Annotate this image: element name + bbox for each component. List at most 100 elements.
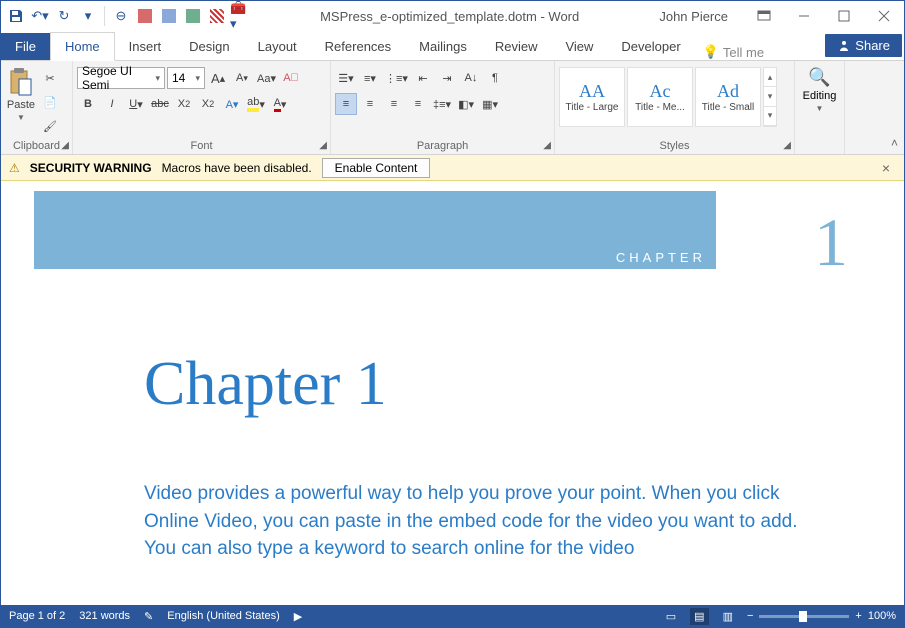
status-language[interactable]: English (United States) <box>167 610 280 622</box>
grow-font-icon[interactable]: A▴ <box>207 67 229 89</box>
qat-dropdown-icon[interactable]: ▾ <box>77 5 99 27</box>
minimize-icon[interactable] <box>784 2 824 30</box>
close-icon[interactable] <box>864 2 904 30</box>
dismiss-warning-icon[interactable]: × <box>876 160 896 176</box>
find-icon: 🔍 <box>808 67 830 88</box>
font-dialog-launcher[interactable]: ◢ <box>319 140 327 151</box>
highlight-icon[interactable]: ab▾ <box>245 93 267 115</box>
document-area[interactable]: CHAPTER 1 Chapter 1 Video provides a pow… <box>1 181 904 605</box>
align-center-icon[interactable]: ≡ <box>359 93 381 115</box>
qat-separator <box>104 6 105 26</box>
swatch-3[interactable] <box>182 5 204 27</box>
paragraph-dialog-launcher[interactable]: ◢ <box>543 140 551 151</box>
format-painter-icon[interactable]: 🖌 <box>39 115 61 137</box>
tab-view[interactable]: View <box>551 33 607 60</box>
tell-me-search[interactable]: 💡 Tell me <box>695 44 772 60</box>
editing-label: Editing <box>803 90 837 102</box>
zoom-in-icon[interactable]: + <box>855 610 861 622</box>
tab-insert[interactable]: Insert <box>115 33 176 60</box>
styles-dialog-launcher[interactable]: ◢ <box>783 140 791 151</box>
tab-developer[interactable]: Developer <box>607 33 694 60</box>
body-text: Video provides a powerful way to help yo… <box>34 450 872 563</box>
style-title-medium[interactable]: Ac Title - Me... <box>627 67 693 127</box>
borders-icon[interactable]: ▦▾ <box>479 93 501 115</box>
increase-indent-icon[interactable]: ⇥ <box>436 67 458 89</box>
paste-button[interactable]: Paste ▼ <box>5 67 37 122</box>
style-title-large[interactable]: AA Title - Large <box>559 67 625 127</box>
change-case-icon[interactable]: Aa▾ <box>255 67 278 89</box>
italic-button[interactable]: I <box>101 93 123 115</box>
web-layout-icon[interactable]: ▥ <box>723 610 733 623</box>
paste-label: Paste <box>7 99 35 111</box>
macro-icon[interactable]: ▶ <box>294 610 302 623</box>
sort-icon[interactable]: A↓ <box>460 67 482 89</box>
style-title-small[interactable]: Ad Title - Small <box>695 67 761 127</box>
save-icon[interactable] <box>5 5 27 27</box>
bold-button[interactable]: B <box>77 93 99 115</box>
shading-icon[interactable]: ◧▾ <box>455 93 477 115</box>
redo-icon[interactable]: ↻ <box>53 5 75 27</box>
read-mode-icon[interactable]: ▭ <box>666 610 676 623</box>
print-layout-icon[interactable]: ▤ <box>690 608 708 625</box>
justify-icon[interactable]: ≡ <box>407 93 429 115</box>
tab-file[interactable]: File <box>1 33 50 60</box>
chapter-title: Chapter 1 <box>34 279 872 450</box>
clear-format-icon[interactable]: A⃠ <box>280 67 302 89</box>
subscript-button[interactable]: X2 <box>173 93 195 115</box>
superscript-button[interactable]: X2 <box>197 93 219 115</box>
maximize-icon[interactable] <box>824 2 864 30</box>
tab-mailings[interactable]: Mailings <box>405 33 481 60</box>
bullets-icon[interactable]: ☰▾ <box>335 67 357 89</box>
clipboard-dialog-launcher[interactable]: ◢ <box>61 140 69 151</box>
group-font-label: Font <box>77 138 326 154</box>
font-size-combo[interactable]: 14▾ <box>167 67 205 89</box>
toolbox-icon[interactable]: 🧰▾ <box>230 5 252 27</box>
share-button[interactable]: Share <box>825 34 902 57</box>
shrink-font-icon[interactable]: A▾ <box>231 67 253 89</box>
text-effects-icon[interactable]: A▾ <box>221 93 243 115</box>
window-title: MSPress_e-optimized_template.dotm - Word <box>256 9 643 24</box>
status-page[interactable]: Page 1 of 2 <box>9 610 65 622</box>
zoom-level[interactable]: 100% <box>868 610 896 622</box>
status-words[interactable]: 321 words <box>79 610 130 622</box>
styles-gallery-scroll[interactable]: ▴▾▾ <box>763 67 777 127</box>
tab-design[interactable]: Design <box>175 33 243 60</box>
undo-icon[interactable]: ↶▾ <box>29 5 51 27</box>
align-left-icon[interactable]: ≡ <box>335 93 357 115</box>
font-name-combo[interactable]: Segoe UI Semi▾ <box>77 67 165 89</box>
font-color-icon[interactable]: A▾ <box>269 93 291 115</box>
group-clipboard-label: Clipboard <box>5 138 68 154</box>
swatch-1[interactable] <box>134 5 156 27</box>
ribbon-display-icon[interactable] <box>744 2 784 30</box>
cut-icon[interactable]: ✂ <box>39 67 61 89</box>
tab-layout[interactable]: Layout <box>244 33 311 60</box>
spellcheck-icon[interactable]: ✎ <box>144 610 153 623</box>
editing-button[interactable]: 🔍 Editing ▼ <box>803 67 837 113</box>
multilevel-icon[interactable]: ⋮≡▾ <box>383 67 410 89</box>
share-label: Share <box>855 38 890 53</box>
align-right-icon[interactable]: ≡ <box>383 93 405 115</box>
page: CHAPTER 1 Chapter 1 Video provides a pow… <box>34 191 872 563</box>
tab-home[interactable]: Home <box>50 32 115 61</box>
tab-review[interactable]: Review <box>481 33 552 60</box>
zoom-slider[interactable] <box>759 615 849 618</box>
copy-icon[interactable]: 📄 <box>39 91 61 113</box>
swatch-4[interactable] <box>206 5 228 27</box>
enable-content-button[interactable]: Enable Content <box>322 158 431 178</box>
decrease-indent-icon[interactable]: ⇤ <box>412 67 434 89</box>
swatch-2[interactable] <box>158 5 180 27</box>
tab-references[interactable]: References <box>311 33 405 60</box>
zoom-out-icon[interactable]: − <box>747 610 753 622</box>
collapse-ribbon-icon[interactable]: ˄ <box>891 136 898 150</box>
underline-button[interactable]: U▾ <box>125 93 147 115</box>
security-message: Macros have been disabled. <box>162 161 312 175</box>
back-icon[interactable]: ⊖ <box>110 5 132 27</box>
numbering-icon[interactable]: ≡▾ <box>359 67 381 89</box>
security-title: SECURITY WARNING <box>30 161 152 175</box>
warning-icon: ⚠ <box>9 161 20 175</box>
show-marks-icon[interactable]: ¶ <box>484 67 506 89</box>
strikethrough-button[interactable]: abc <box>149 93 171 115</box>
chapter-label: CHAPTER <box>616 250 706 265</box>
chapter-number: 1 <box>814 203 848 282</box>
line-spacing-icon[interactable]: ‡≡▾ <box>431 93 453 115</box>
